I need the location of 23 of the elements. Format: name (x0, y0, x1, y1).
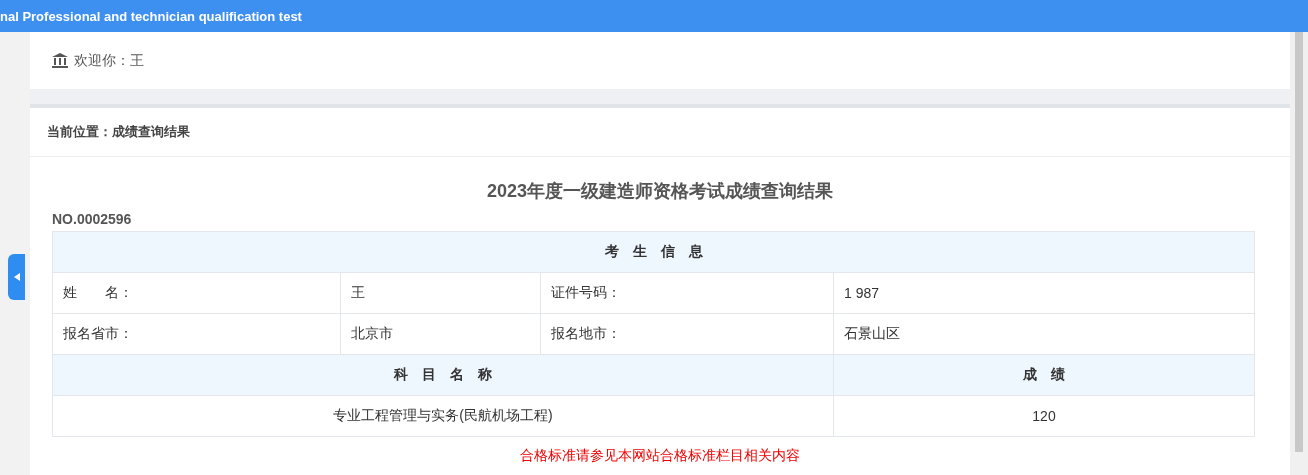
table-cell: 北京市 (340, 313, 541, 355)
table-cell: 报名省市： (52, 313, 341, 355)
table-header: 考 生 信 息 (52, 231, 1255, 273)
table-cell: 王 (340, 272, 541, 314)
table-header: 科 目 名 称 (52, 354, 834, 396)
certificate-number: NO.0002596 (52, 211, 133, 227)
collapse-toggle[interactable] (8, 254, 25, 300)
header-title: nal Professional and technician qualification test (0, 0, 1308, 32)
table-header: 成 绩 (833, 354, 1255, 396)
table-cell: 石景山区 (833, 313, 1255, 355)
table-cell: 证件号码： (540, 272, 834, 314)
table-cell: 报名地市： (540, 313, 834, 355)
result-title: 2023年度一级建造师资格考试成绩查询结果 (485, 180, 834, 203)
table-cell: 专业工程管理与实务(民航机场工程) (52, 395, 834, 437)
breadcrumb: 当前位置：成绩查询结果 (30, 108, 1290, 157)
notice-text: 合格标准请参见本网站合格标准栏目相关内容 (519, 447, 801, 465)
table-cell: 1 987 (833, 272, 1255, 314)
table-cell: 姓 名： (52, 272, 341, 314)
welcome-text: 欢迎你：王 (74, 51, 144, 70)
caret-icon (13, 273, 20, 281)
bank-icon (52, 53, 68, 68)
scrollbar-thumb[interactable] (1295, 32, 1303, 452)
table-cell: 120 (833, 395, 1255, 437)
